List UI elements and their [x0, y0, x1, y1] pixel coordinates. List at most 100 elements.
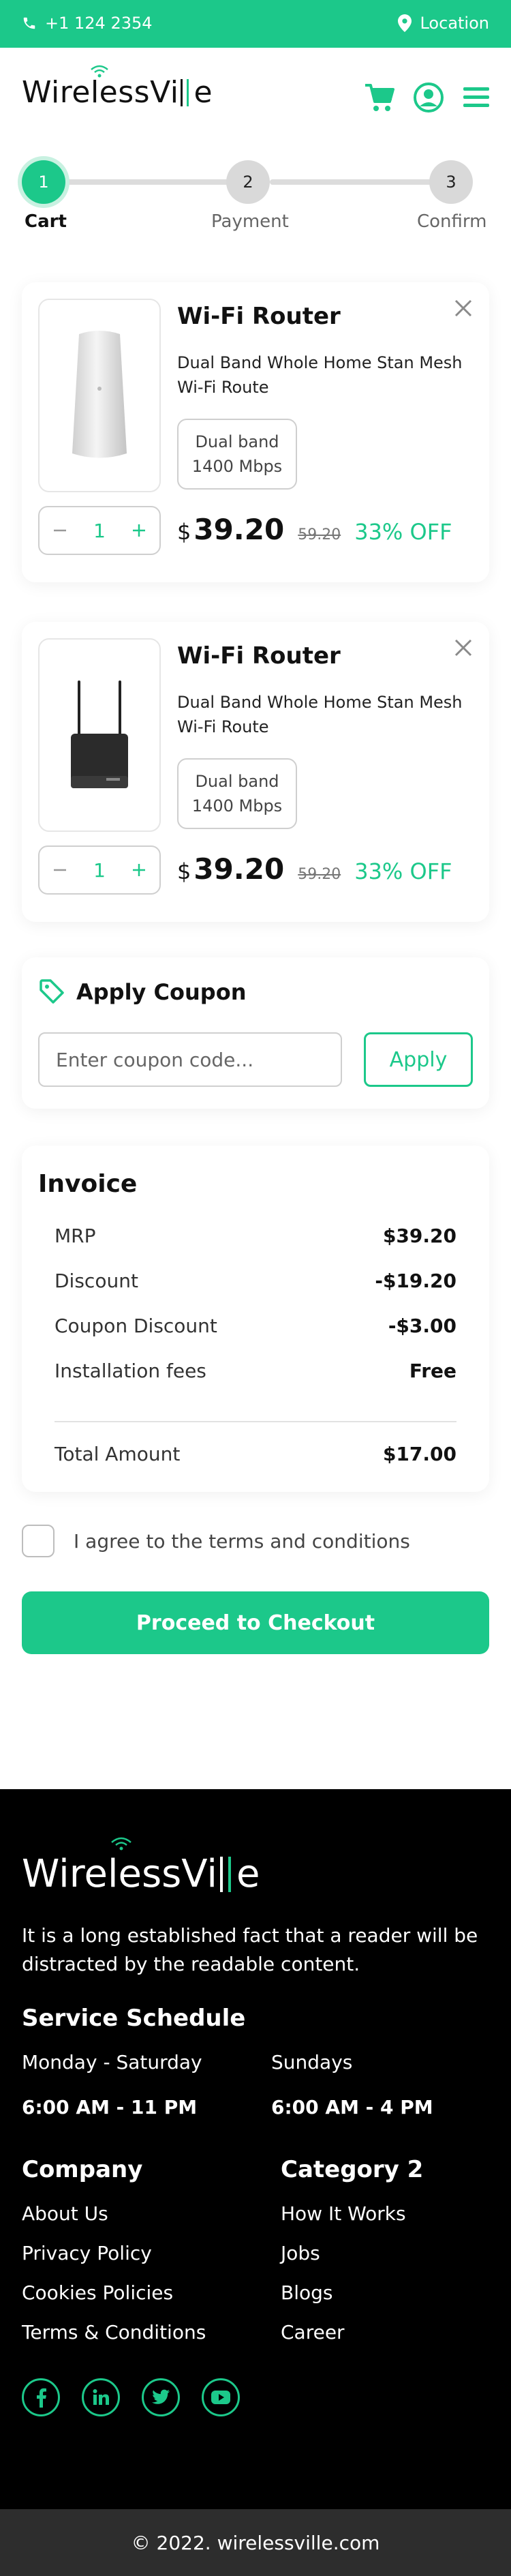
- footer-link-career[interactable]: Career: [281, 2321, 345, 2343]
- product-spec-badge: Dual band 1400 Mbps: [177, 419, 297, 490]
- schedule-hours: 6:00 AM - 11 PM: [22, 2096, 198, 2118]
- wifi-signal-icon: [111, 1837, 131, 1851]
- apply-coupon-button[interactable]: Apply: [364, 1032, 473, 1087]
- schedule-days: Monday - Saturday: [22, 2051, 202, 2073]
- coupon-code-input[interactable]: [38, 1032, 342, 1087]
- current-price: 39.20: [193, 852, 285, 886]
- close-icon: [454, 299, 472, 317]
- phone-icon: [23, 17, 35, 29]
- mesh-router-image: [72, 331, 127, 458]
- plus-icon[interactable]: [131, 862, 147, 878]
- brand-bars: [179, 78, 193, 106]
- brand-logo[interactable]: WirelessVi e: [22, 65, 213, 110]
- schedule-days: Sundays: [271, 2051, 353, 2073]
- invoice-card: Invoice MRP $39.20 Discount -$19.20 Coup…: [22, 1145, 489, 1492]
- discount-label: 33% OFF: [354, 858, 452, 884]
- facebook-link[interactable]: [22, 2378, 60, 2416]
- invoice-row-value: $39.20: [382, 1225, 456, 1247]
- linkedin-icon: [93, 2389, 109, 2405]
- twitter-link[interactable]: [142, 2378, 180, 2416]
- coupon-card: Apply Coupon Apply: [22, 957, 489, 1109]
- footer-brand-name-left: WirelessVi: [22, 1852, 217, 1896]
- invoice-row-value: -$3.00: [388, 1315, 456, 1337]
- step-2-circle[interactable]: 2: [226, 160, 270, 204]
- quantity-value: 1: [93, 519, 106, 542]
- cart-item: Wi-Fi Router Dual Band Whole Home Stan M…: [22, 622, 489, 922]
- step-3-label: Confirm: [417, 211, 487, 232]
- step-3-circle[interactable]: 3: [429, 160, 473, 204]
- coupon-title: Apply Coupon: [76, 979, 247, 1005]
- remove-item-button[interactable]: [451, 296, 476, 320]
- wifi-signal-icon: [91, 65, 108, 78]
- phone-link[interactable]: +1 124 2354: [22, 14, 153, 33]
- menu-icon[interactable]: [462, 86, 491, 109]
- remove-item-button[interactable]: [451, 635, 476, 660]
- checkout-stepper: 1 2 3 Cart Payment Confirm: [0, 157, 511, 239]
- service-schedule-title: Service Schedule: [22, 2005, 246, 2032]
- quantity-stepper: 1: [38, 506, 161, 555]
- quantity-value: 1: [93, 858, 106, 882]
- youtube-icon: [211, 2391, 230, 2404]
- invoice-row: Coupon Discount -$3.00: [55, 1315, 456, 1337]
- invoice-total-row: Total Amount $17.00: [55, 1443, 456, 1465]
- top-bar: +1 124 2354 Location: [0, 0, 511, 48]
- step-2-label: Payment: [211, 211, 289, 232]
- product-spec-badge: Dual band 1400 Mbps: [177, 758, 297, 829]
- original-price: 59.20: [298, 526, 341, 543]
- original-price: 59.20: [298, 866, 341, 883]
- footer-brand-name-right: e: [236, 1852, 260, 1896]
- footer-link-about-us[interactable]: About Us: [22, 2202, 108, 2225]
- footer-link-how-it-works[interactable]: How It Works: [281, 2202, 406, 2225]
- copyright-bar: © 2022. wirelessville.com: [0, 2509, 511, 2576]
- proceed-to-checkout-button[interactable]: Proceed to Checkout: [22, 1591, 489, 1654]
- quantity-stepper: 1: [38, 845, 161, 895]
- badge-line: Dual band: [195, 432, 279, 451]
- currency-symbol: $: [177, 519, 191, 545]
- product-image[interactable]: [38, 299, 161, 492]
- terms-checkbox[interactable]: [22, 1525, 55, 1557]
- minus-icon[interactable]: [52, 862, 68, 878]
- currency-symbol: $: [177, 858, 191, 884]
- discount-label: 33% OFF: [354, 519, 452, 545]
- invoice-title: Invoice: [38, 1170, 138, 1198]
- facebook-icon: [37, 2388, 46, 2408]
- invoice-row-label: MRP: [55, 1225, 96, 1247]
- linkedin-link[interactable]: [82, 2378, 120, 2416]
- current-price: 39.20: [193, 513, 285, 546]
- footer-brand-logo[interactable]: WirelessVi e: [22, 1837, 260, 1896]
- youtube-link[interactable]: [202, 2378, 240, 2416]
- twitter-icon: [152, 2389, 170, 2404]
- terms-agreement: I agree to the terms and conditions: [22, 1525, 410, 1557]
- invoice-row-value: -$19.20: [375, 1270, 456, 1292]
- stepper-line: [44, 179, 248, 185]
- footer-link-cookies-policies[interactable]: Cookies Policies: [22, 2281, 173, 2304]
- invoice-row-label: Coupon Discount: [55, 1315, 217, 1337]
- terms-label[interactable]: I agree to the terms and conditions: [74, 1530, 410, 1553]
- price-row: $ 39.20 59.20 33% OFF: [177, 513, 452, 546]
- invoice-row: Discount -$19.20: [55, 1270, 456, 1292]
- invoice-row: Installation fees Free: [55, 1360, 456, 1382]
- coupon-tag-icon: [40, 979, 64, 1004]
- invoice-row-label: Installation fees: [55, 1360, 206, 1382]
- site-header: WirelessVi e: [0, 48, 511, 150]
- cart-item: Wi-Fi Router Dual Band Whole Home Stan M…: [22, 282, 489, 582]
- close-icon: [454, 639, 472, 657]
- cart-icon[interactable]: [364, 83, 395, 113]
- product-title[interactable]: Wi-Fi Router: [177, 303, 341, 330]
- plus-icon[interactable]: [131, 522, 147, 539]
- footer-link-blogs[interactable]: Blogs: [281, 2281, 332, 2304]
- footer-link-terms[interactable]: Terms & Conditions: [22, 2321, 206, 2343]
- location-link[interactable]: Location: [398, 14, 489, 33]
- minus-icon[interactable]: [52, 522, 68, 539]
- badge-line: 1400 Mbps: [191, 457, 283, 476]
- product-title[interactable]: Wi-Fi Router: [177, 642, 341, 670]
- schedule-hours: 6:00 AM - 4 PM: [271, 2096, 433, 2118]
- category-column-title: Category 2: [281, 2156, 424, 2183]
- step-1-circle[interactable]: 1: [22, 160, 65, 204]
- product-image[interactable]: [38, 638, 161, 832]
- footer-link-privacy-policy[interactable]: Privacy Policy: [22, 2242, 152, 2264]
- invoice-row-label: Discount: [55, 1270, 138, 1292]
- badge-line: Dual band: [195, 772, 279, 791]
- footer-link-jobs[interactable]: Jobs: [281, 2242, 320, 2264]
- user-account-icon[interactable]: [413, 82, 444, 113]
